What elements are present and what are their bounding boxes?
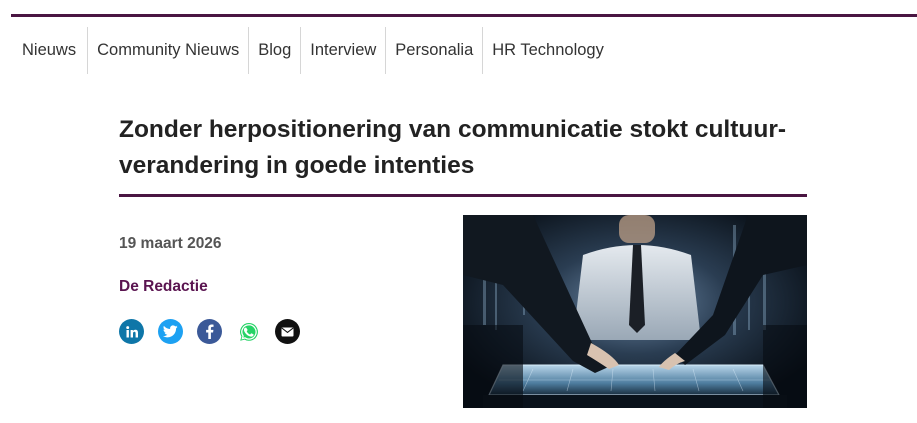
linkedin-share-button[interactable] — [119, 319, 144, 344]
article-title: Zonder herpositionering van communicatie… — [119, 116, 787, 179]
nav-item-hr-technology[interactable]: HR Technology — [482, 27, 613, 74]
share-buttons — [119, 319, 300, 344]
nav-item-blog[interactable]: Blog — [248, 27, 300, 74]
twitter-share-button[interactable] — [158, 319, 183, 344]
nav-item-personalia[interactable]: Personalia — [385, 27, 482, 74]
article-author-link[interactable]: De Redactie — [119, 278, 208, 296]
article-date: 19 maart 2026 — [119, 235, 222, 252]
whatsapp-icon — [239, 322, 258, 341]
title-divider — [119, 194, 807, 197]
email-share-button[interactable] — [275, 319, 300, 344]
top-accent-rule — [11, 14, 917, 17]
twitter-icon — [163, 325, 178, 338]
main-nav: Nieuws Community Nieuws Blog Interview P… — [11, 27, 613, 74]
nav-item-nieuws[interactable]: Nieuws — [11, 27, 87, 74]
linkedin-icon — [125, 325, 138, 337]
whatsapp-share-button[interactable] — [236, 319, 261, 344]
facebook-share-button[interactable] — [197, 319, 222, 344]
nav-item-community-nieuws[interactable]: Community Nieuws — [87, 27, 248, 74]
article-hero-image — [463, 215, 807, 408]
nav-item-interview[interactable]: Interview — [300, 27, 385, 74]
facebook-icon — [206, 324, 214, 339]
email-icon — [281, 327, 294, 336]
business-people-touchscreen-table-photo — [463, 215, 807, 408]
